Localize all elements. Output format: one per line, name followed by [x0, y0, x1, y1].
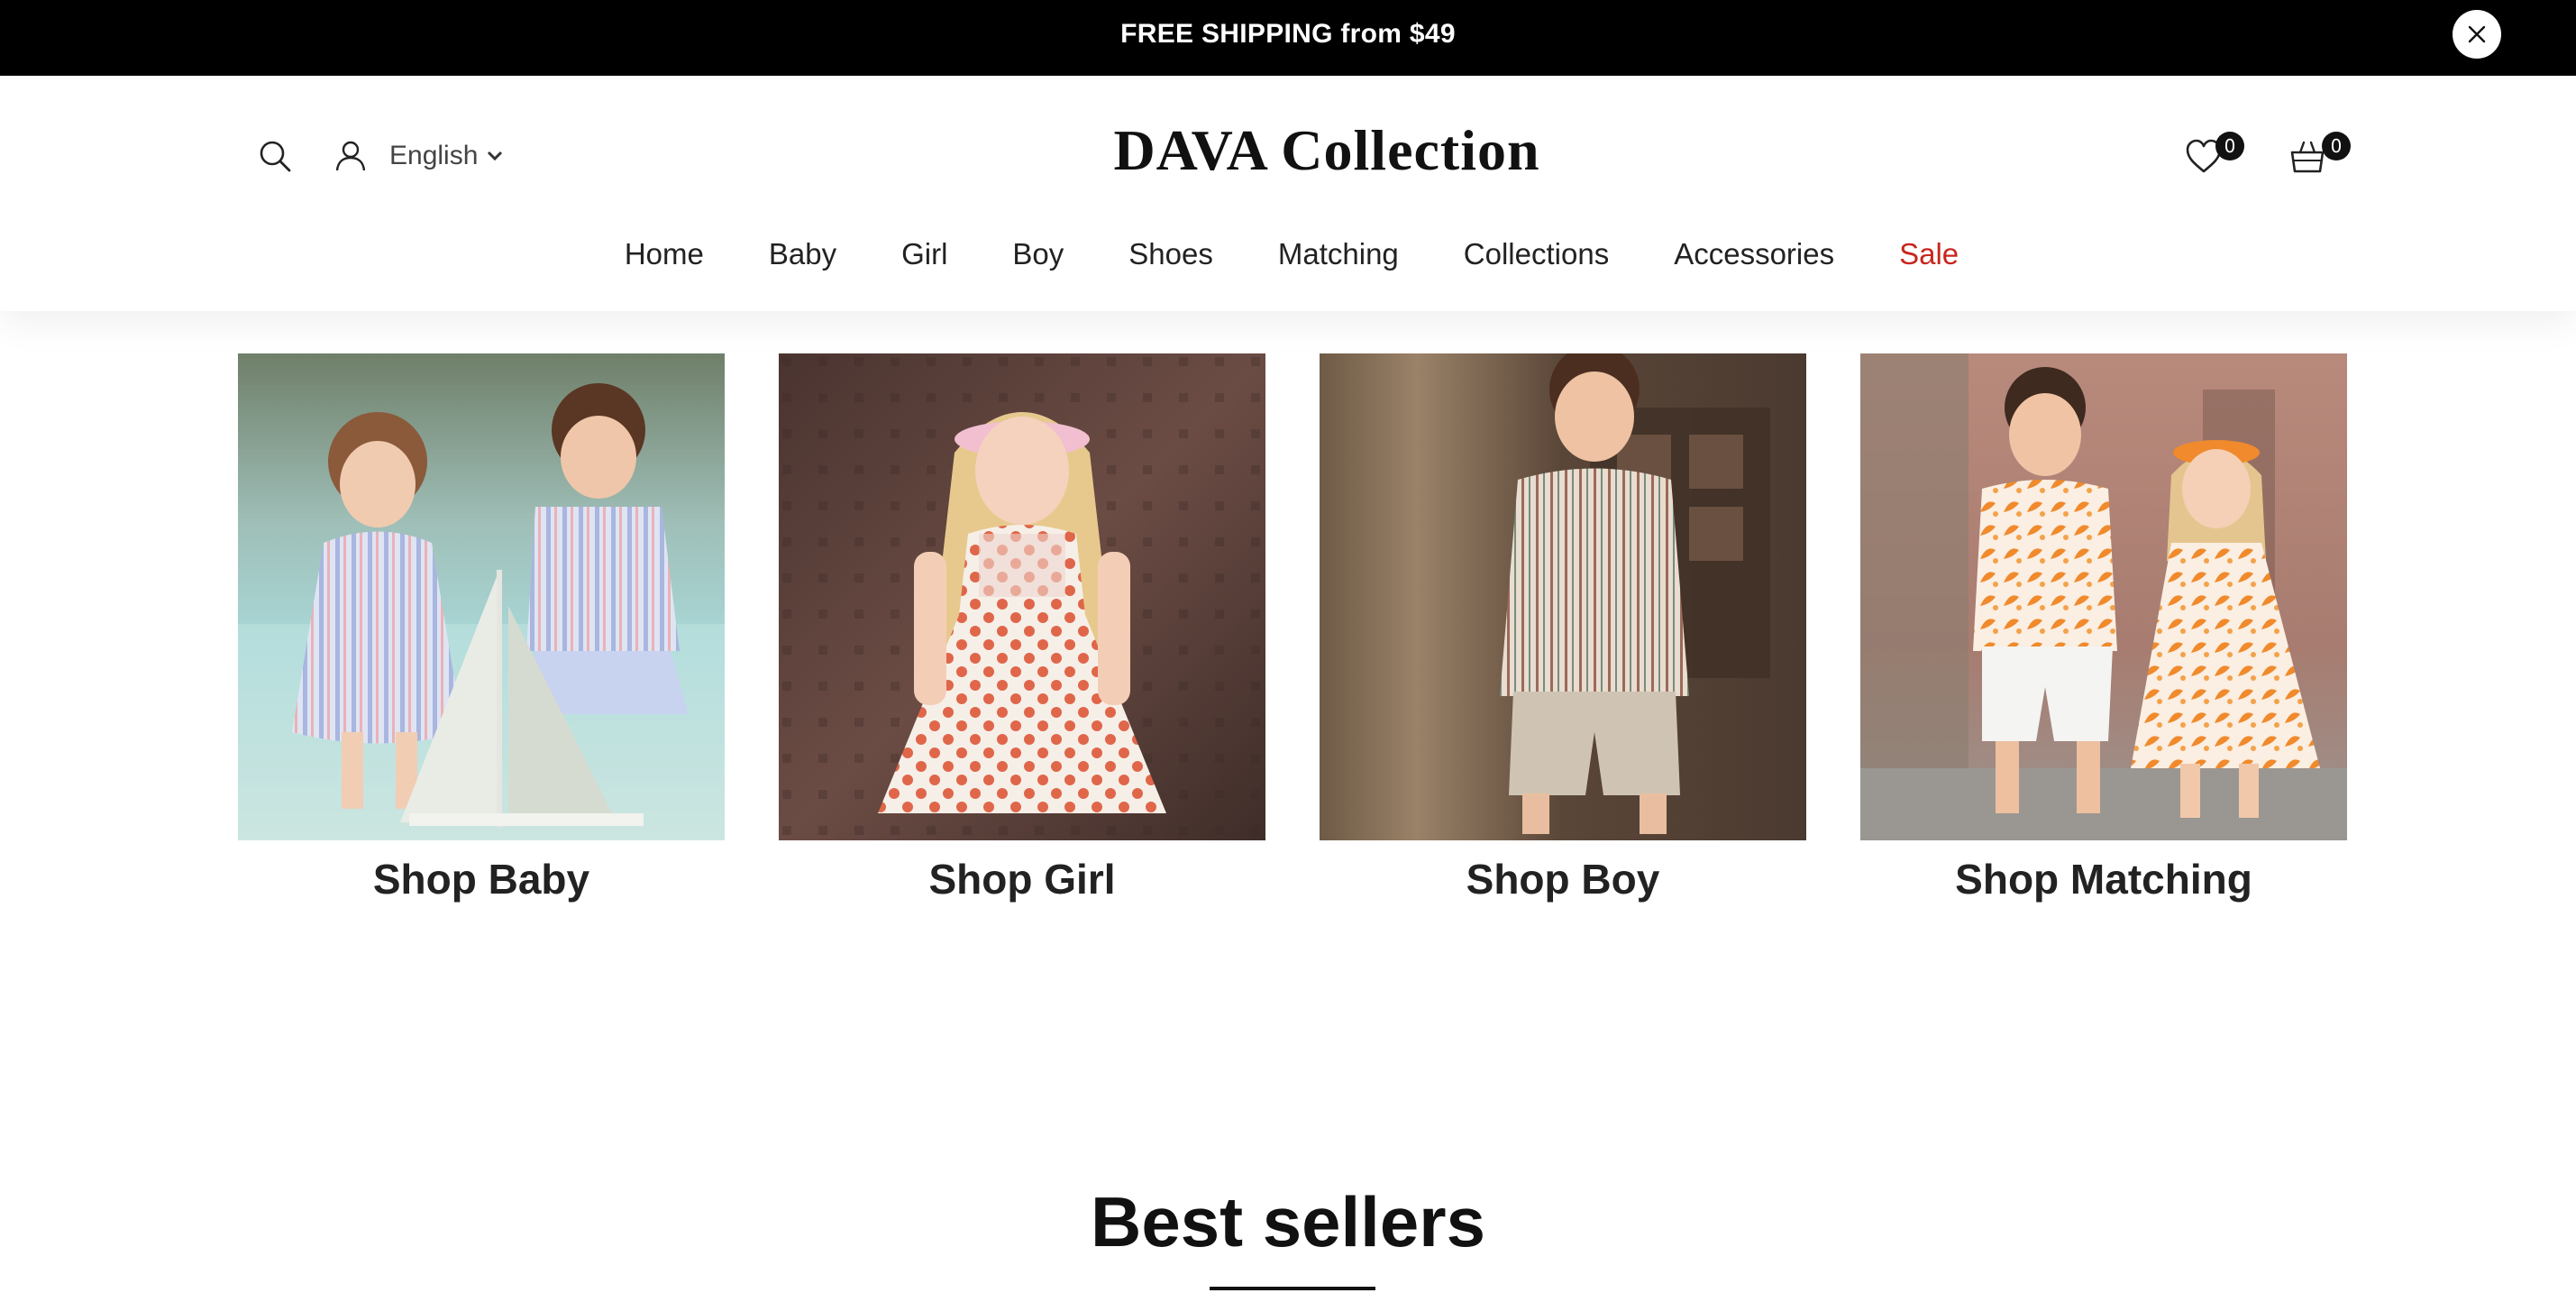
language-label: English [389, 141, 479, 170]
category-tile-boy: Shop Boy [1320, 353, 1806, 903]
category-label-matching[interactable]: Shop Matching [1860, 855, 2347, 903]
announcement-bar: FREE SHIPPING from $49 [0, 0, 2576, 76]
nav-item-home[interactable]: Home [625, 237, 704, 271]
user-icon [335, 141, 366, 171]
nav-item-shoes[interactable]: Shoes [1128, 237, 1213, 271]
category-image-matching[interactable] [1860, 353, 2347, 840]
announcement-text: FREE SHIPPING from $49 [1120, 19, 1456, 49]
site-logo[interactable]: DAVA Collection [991, 112, 1662, 189]
cart-button[interactable]: 0 [2286, 130, 2351, 180]
nav-item-baby[interactable]: Baby [769, 237, 836, 271]
close-icon [2468, 25, 2486, 43]
best-sellers-underline [1210, 1287, 1375, 1290]
category-image-baby[interactable] [238, 353, 725, 840]
main-nav: Home Baby Girl Boy Shoes Matching Collec… [0, 227, 2576, 281]
announcement-close-button[interactable] [2453, 10, 2501, 59]
site-header: English DAVA Collection 0 0 Home Baby Gi… [0, 76, 2576, 311]
category-image-girl[interactable] [779, 353, 1265, 840]
category-label-baby[interactable]: Shop Baby [238, 855, 725, 903]
category-tile-girl: Shop Girl [779, 353, 1265, 903]
wishlist-button[interactable]: 0 [2179, 130, 2244, 180]
nav-item-accessories[interactable]: Accessories [1674, 237, 1834, 271]
nav-item-matching[interactable]: Matching [1278, 237, 1399, 271]
nav-item-sale[interactable]: Sale [1899, 237, 1959, 271]
language-selector[interactable]: English [389, 135, 503, 177]
nav-item-collections[interactable]: Collections [1464, 237, 1609, 271]
category-tile-matching: Shop Matching [1860, 353, 2347, 903]
category-label-girl[interactable]: Shop Girl [779, 855, 1265, 903]
search-button[interactable] [254, 135, 296, 177]
category-tile-baby: Shop Baby [238, 353, 725, 903]
cart-count-badge: 0 [2322, 132, 2351, 160]
best-sellers-heading: Best sellers [1091, 1182, 1485, 1261]
basket-icon [2290, 141, 2325, 173]
category-image-boy[interactable] [1320, 353, 1806, 840]
nav-item-girl[interactable]: Girl [901, 237, 947, 271]
account-button[interactable] [332, 135, 370, 177]
nav-item-boy[interactable]: Boy [1012, 237, 1064, 271]
category-label-boy[interactable]: Shop Boy [1320, 855, 1806, 903]
wishlist-count-badge: 0 [2215, 132, 2244, 160]
chevron-down-icon [488, 151, 503, 161]
search-icon [260, 141, 291, 172]
